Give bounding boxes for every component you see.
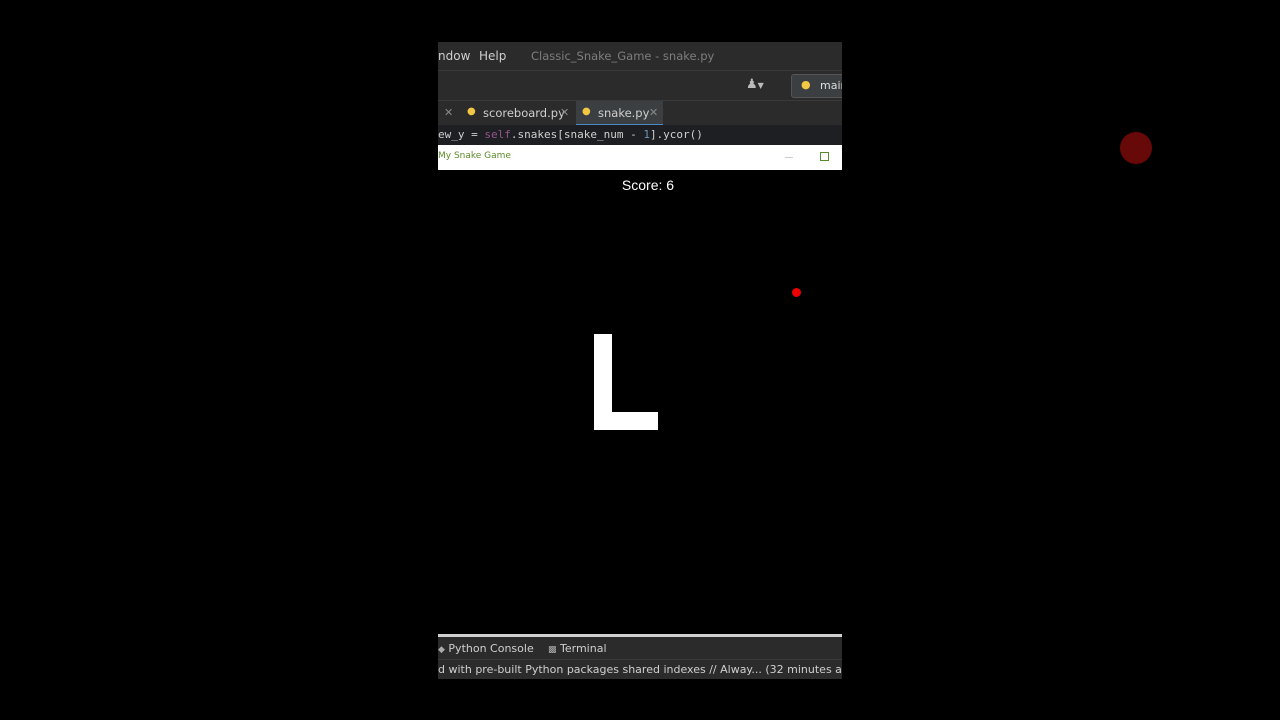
score-display: Score: 6 xyxy=(621,177,675,193)
status-bar[interactable]: d with pre-built Python packages shared … xyxy=(438,659,842,679)
recording-indicator xyxy=(1120,132,1152,164)
tool-window-tabs: ◆ Python Console ▩ Terminal xyxy=(438,637,842,659)
tab-scoreboard[interactable]: ● scoreboard.py ✕ xyxy=(467,101,573,126)
tab-python-console[interactable]: ◆ Python Console xyxy=(438,642,534,655)
python-file-icon: ● xyxy=(467,106,476,117)
tab-label: snake.py xyxy=(598,106,650,120)
game-window-title: My Snake Game xyxy=(438,151,511,161)
code-number: 1 xyxy=(643,128,650,141)
python-file-icon: ● xyxy=(582,106,591,117)
editor-tab-bar: ✕ ● scoreboard.py ✕ ● snake.py ✕ xyxy=(438,100,842,126)
code-text: ].ycor() xyxy=(649,128,703,141)
chevron-down-icon: ▼ xyxy=(757,81,764,90)
maximize-button[interactable] xyxy=(820,152,829,161)
run-config-label: main xyxy=(820,79,842,92)
game-window-titlebar: My Snake Game xyxy=(438,145,842,170)
terminal-icon: ▩ xyxy=(548,645,557,655)
python-console-icon: ◆ xyxy=(438,645,445,655)
python-icon: ● xyxy=(801,78,811,91)
code-text: ew_y = xyxy=(438,128,485,141)
user-menu-button[interactable]: ♟▼ xyxy=(746,77,774,95)
minimize-button[interactable] xyxy=(785,157,793,158)
code-text: .snakes[snake_num - xyxy=(510,128,644,141)
tab-label: Terminal xyxy=(560,642,607,655)
tab-terminal[interactable]: ▩ Terminal xyxy=(548,642,607,655)
food-pellet xyxy=(792,288,801,297)
tab-snake[interactable]: ● snake.py ✕ xyxy=(576,101,663,126)
tab-label: Python Console xyxy=(448,642,534,655)
screen-recording-frame: ndow Help Classic_Snake_Game - snake.py … xyxy=(438,42,842,679)
status-message: d with pre-built Python packages shared … xyxy=(438,663,842,676)
close-icon: ✕ xyxy=(444,106,454,119)
tab-label: scoreboard.py xyxy=(483,106,565,120)
code-keyword: self xyxy=(484,128,511,141)
game-canvas[interactable]: Score: 6 xyxy=(438,170,842,634)
close-icon[interactable]: ✕ xyxy=(560,106,569,119)
user-icon: ♟ xyxy=(746,77,758,92)
run-configuration-select[interactable]: ● main xyxy=(791,74,842,98)
menu-help[interactable]: Help xyxy=(479,49,506,63)
tab-previous-close[interactable]: ✕ xyxy=(438,101,456,126)
menu-bar: ndow Help Classic_Snake_Game - snake.py xyxy=(438,42,842,70)
window-title: Classic_Snake_Game - snake.py xyxy=(531,49,715,63)
code-line[interactable]: ew_y = self.snakes[snake_num - 1].ycor() xyxy=(438,125,842,145)
menu-window[interactable]: ndow xyxy=(438,49,470,63)
snake-body-horizontal xyxy=(594,412,658,430)
close-icon[interactable]: ✕ xyxy=(649,106,658,119)
toolbar: ♟▼ ● main xyxy=(438,70,842,101)
